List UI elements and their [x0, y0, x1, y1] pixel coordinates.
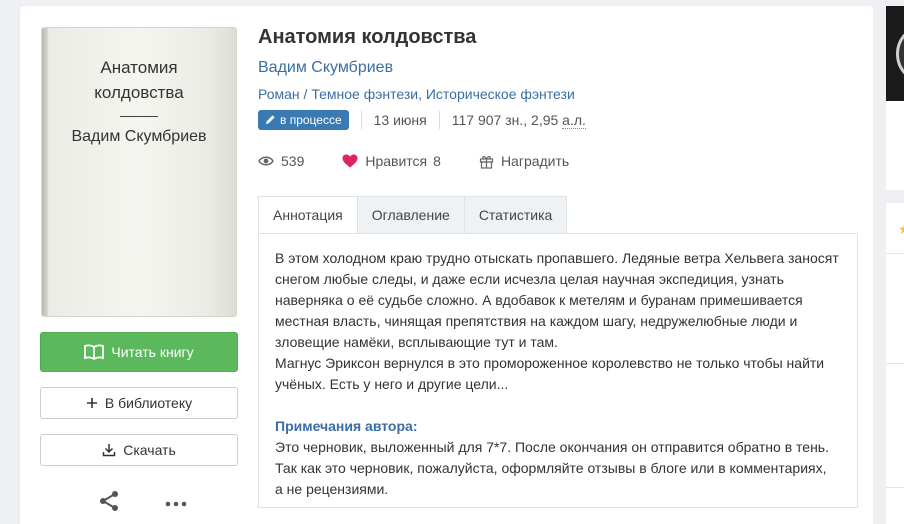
likes-count: 8	[433, 153, 441, 169]
avatar	[896, 24, 904, 84]
download-icon	[102, 443, 116, 457]
tab-annotation[interactable]: Аннотация	[258, 196, 358, 234]
heart-icon	[342, 154, 358, 168]
add-to-library-label: В библиотеку	[104, 395, 193, 411]
share-row	[97, 490, 187, 516]
annotation-line: наверняка о её судьбе сложно. А вдобавок…	[275, 292, 803, 308]
book-meta: в процессе 13 июня 117 907 зн., 2,95 а.л…	[258, 109, 586, 130]
reward-label: Наградить	[500, 153, 570, 169]
download-label: Скачать	[123, 442, 176, 458]
tab-contents[interactable]: Оглавление	[357, 196, 465, 234]
annotation-line: снегом любые следы, и даже если исчезла …	[275, 271, 784, 287]
divider	[886, 253, 904, 254]
cover-title: Анатомия колдовства	[42, 55, 236, 105]
author-note-line: Это черновик, выложенный для 7*7. После …	[275, 439, 829, 455]
annotation-panel: В этом холодном краю трудно отыскать про…	[258, 233, 858, 508]
genre-separator: ,	[418, 86, 422, 102]
publish-date: 13 июня	[373, 111, 427, 128]
author-link[interactable]: Вадим Скумбриев	[258, 59, 393, 77]
like-label: Нравится	[365, 153, 428, 169]
book-cover[interactable]: Анатомия колдовства Вадим Скумбриев	[41, 27, 237, 317]
annotation-line: зловещие намёки, всплывающие тут и там.	[275, 334, 558, 350]
genre-separator: /	[303, 86, 308, 102]
gift-icon	[479, 154, 494, 169]
annotation-line: местная власть, чинящая препятствия на к…	[275, 313, 798, 329]
genre-link[interactable]: Историческое фэнтези	[426, 86, 575, 102]
book-tabs: Аннотация Оглавление Статистика	[258, 196, 568, 234]
share-icon[interactable]	[97, 489, 121, 518]
cover-title-line: Анатомия	[100, 58, 178, 77]
right-sidebar-list: ★	[886, 203, 904, 524]
tab-statistics[interactable]: Статистика	[464, 196, 568, 234]
views-count: 539	[281, 153, 305, 169]
size-unit[interactable]: а.л.	[562, 111, 586, 129]
status-badge: в процессе	[258, 109, 349, 130]
size-chars: 117 907 зн., 2,95	[451, 111, 563, 128]
views-counter: 539	[258, 153, 304, 169]
cover-author: Вадим Скумбриев	[71, 128, 207, 145]
right-sidebar-image[interactable]	[886, 6, 904, 101]
author-note-line: Так как это черновик, пожалуйста, оформл…	[275, 460, 827, 476]
divider	[360, 110, 362, 129]
divider	[438, 110, 440, 129]
author-notes-heading: Примечания автора:	[275, 418, 418, 434]
genre-link[interactable]: Темное фэнтези	[311, 86, 418, 102]
annotation-line: учёных. Есть у него и другие цели...	[275, 376, 509, 392]
download-button[interactable]: Скачать	[40, 434, 238, 466]
more-icon[interactable]	[165, 494, 187, 512]
pencil-icon	[265, 114, 276, 125]
page: ★ Анатомия колдовства Вадим Скумбриев Чи…	[0, 0, 904, 524]
divider	[886, 487, 904, 488]
star-icon: ★	[898, 221, 904, 238]
like-button[interactable]: Нравится 8	[342, 153, 441, 169]
status-badge-label: в процессе	[280, 112, 342, 127]
read-book-button[interactable]: Читать книгу	[40, 332, 238, 372]
book-title: Анатомия колдовства	[258, 26, 477, 48]
read-book-label: Читать книгу	[111, 344, 194, 360]
divider	[886, 363, 904, 364]
cover-divider	[120, 116, 158, 117]
cover-title-line: колдовства	[94, 83, 184, 102]
plus-icon	[86, 397, 98, 409]
open-book-icon	[84, 344, 105, 360]
genre-link[interactable]: Роман	[258, 86, 300, 102]
reward-button[interactable]: Наградить	[479, 153, 569, 169]
add-to-library-button[interactable]: В библиотеку	[40, 387, 238, 419]
annotation-line: Магнус Эриксон вернулся в это проморожен…	[275, 355, 825, 371]
eye-icon	[258, 155, 274, 167]
book-size: 117 907 зн., 2,95 а.л.	[451, 111, 586, 129]
stats-row: 539 Нравится 8 Наградить	[258, 151, 607, 171]
annotation-line: В этом холодном краю трудно отыскать про…	[275, 250, 839, 266]
genres: Роман / Темное фэнтези, Историческое фэн…	[258, 86, 575, 102]
author-note-line: а не рецензиями.	[275, 481, 389, 497]
